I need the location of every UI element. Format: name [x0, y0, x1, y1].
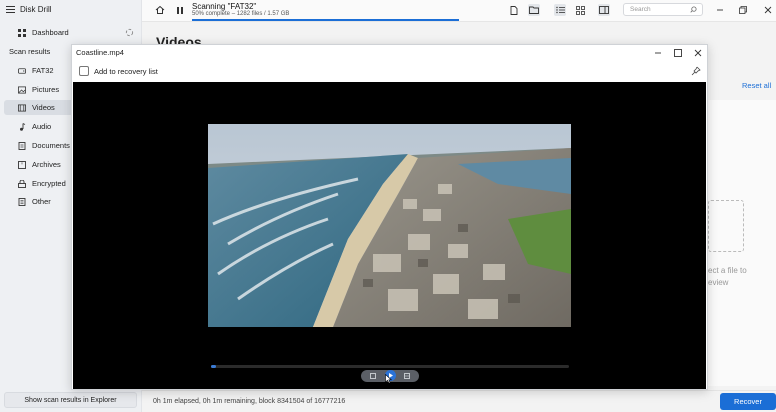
video-preview-dialog: Coastline.mp4 Add to recovery list [71, 44, 708, 390]
recover-button[interactable]: Recover [720, 393, 776, 410]
menu-icon[interactable] [6, 5, 15, 13]
sidebar-item-label: Dashboard [32, 28, 69, 37]
scan-title: Scanning "FAT32" [192, 2, 257, 11]
preview-panel-icon[interactable] [598, 4, 610, 16]
sidebar-item-label: Videos [32, 103, 55, 112]
status-bar: 0h 1m elapsed, 0h 1m remaining, block 83… [142, 390, 776, 412]
spinner-icon [125, 28, 134, 39]
drive-icon [18, 67, 26, 75]
lock-icon [18, 179, 26, 188]
coastline-video-image [208, 124, 571, 327]
sidebar-item-label: Documents [32, 141, 70, 150]
sidebar-item-label: FAT32 [32, 66, 54, 75]
search-input[interactable]: Search [623, 3, 703, 16]
search-placeholder: Search [630, 6, 651, 13]
minimize-icon[interactable] [714, 4, 726, 16]
minimize-icon[interactable] [652, 47, 663, 58]
mouse-cursor-icon [385, 373, 393, 386]
close-icon[interactable] [692, 47, 703, 58]
scan-progress-bar [192, 19, 459, 21]
maximize-icon[interactable] [672, 47, 683, 58]
document-icon [18, 141, 26, 150]
search-icon [690, 6, 697, 15]
preview-placeholder-icon [708, 200, 744, 252]
sidebar-item-dashboard[interactable]: Dashboard [4, 25, 138, 40]
scan-results-label: Scan results [9, 47, 51, 56]
preview-hint: eview [708, 278, 729, 287]
restore-icon[interactable] [737, 4, 749, 16]
sidebar-item-label: Encrypted [32, 179, 66, 188]
sidebar-item-label: Archives [32, 160, 61, 169]
file-view-icon[interactable] [508, 4, 520, 16]
close-icon[interactable] [762, 4, 774, 16]
stop-icon[interactable] [369, 372, 377, 380]
dialog-title: Coastline.mp4 [76, 48, 124, 57]
music-note-icon [18, 122, 26, 131]
add-to-recovery-checkbox[interactable]: Add to recovery list [79, 66, 158, 76]
pause-icon[interactable] [174, 4, 186, 16]
video-frame [208, 124, 571, 327]
list-view-icon[interactable] [554, 4, 566, 16]
sidebar-item-label: Pictures [32, 85, 60, 94]
file-icon [18, 197, 26, 206]
scan-status-text: 0h 1m elapsed, 0h 1m remaining, block 83… [153, 398, 346, 405]
pin-icon[interactable] [691, 66, 701, 76]
home-icon[interactable] [154, 4, 166, 16]
video-player[interactable] [73, 82, 706, 389]
seek-bar[interactable] [211, 365, 569, 368]
reset-all-link[interactable]: Reset all [742, 81, 771, 90]
folder-view-icon[interactable] [528, 4, 540, 16]
toolbar: Scanning "FAT32" 50% complete – 1282 fil… [142, 0, 776, 22]
app-title: Disk Drill [20, 4, 52, 14]
picture-icon [18, 85, 26, 94]
app-header: Disk Drill [6, 3, 52, 15]
preview-hint: ect a file to [708, 266, 747, 275]
checkbox[interactable] [79, 66, 89, 76]
archive-icon [18, 160, 26, 169]
video-icon [18, 103, 26, 112]
checkbox-label: Add to recovery list [94, 66, 158, 76]
grid-icon [18, 28, 26, 37]
sidebar-item-label: Audio [32, 122, 52, 131]
sidebar-item-label: Other [32, 197, 51, 206]
fullscreen-icon[interactable] [403, 372, 411, 380]
show-in-explorer-button[interactable]: Show scan results in Explorer [4, 392, 137, 408]
scan-subtitle: 50% complete – 1282 files / 1.57 GB [192, 11, 290, 17]
seek-progress [211, 365, 216, 368]
grid-view-icon[interactable] [574, 4, 586, 16]
